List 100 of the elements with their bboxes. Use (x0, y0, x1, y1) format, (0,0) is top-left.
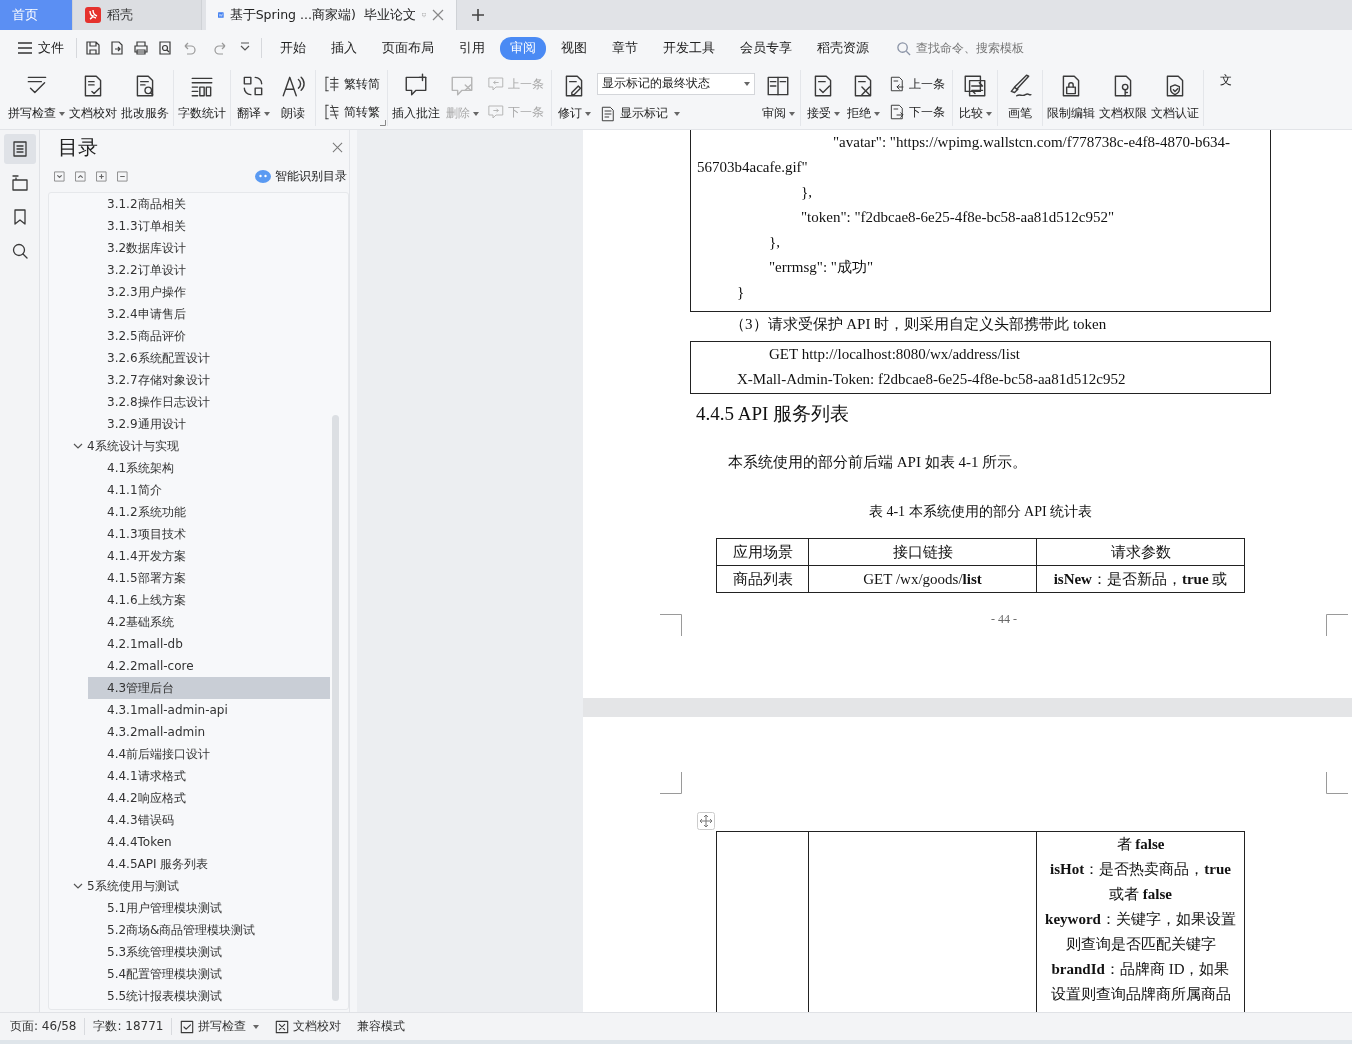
toc-item[interactable]: 3.2.6系统配置设计 (88, 347, 330, 369)
markup-dropdown[interactable]: 显示标记的最终状态 (597, 72, 755, 95)
toc-item[interactable]: 4.1.4开发方案 (88, 545, 330, 567)
menu-tab[interactable]: 视图 (551, 36, 597, 60)
toc-item[interactable]: 3.1.2商品相关 (88, 193, 330, 215)
ribbon-button[interactable]: 字数统计 (176, 70, 228, 126)
launcher-icon[interactable] (380, 120, 386, 126)
ribbon-button[interactable]: 接受 (803, 70, 843, 126)
toc-item[interactable]: 4.4.2响应格式 (88, 787, 330, 809)
ribbon-button[interactable]: 文档校对 (67, 70, 119, 126)
toc-item[interactable]: 3.2.8操作日志设计 (88, 391, 330, 413)
ribbon-button[interactable]: 拼写检查 (6, 70, 67, 126)
toc-item[interactable]: 4.4.1请求格式 (88, 765, 330, 787)
toc-item[interactable]: 4.3.1mall-admin-api (88, 699, 330, 721)
comment-arrow-icon (487, 75, 505, 93)
toc-item[interactable]: 3.2.9通用设计 (88, 413, 330, 435)
menu-tab[interactable]: 引用 (449, 36, 495, 60)
toc-item[interactable]: 4.2.2mall-core (88, 655, 330, 677)
ribbon-button[interactable]: 文档认证 (1149, 70, 1201, 126)
tab[interactable]: 稻壳 (73, 0, 202, 30)
status-button[interactable]: 拼写检查 (180, 1018, 260, 1035)
menu-tab[interactable]: 开发工具 (653, 36, 725, 60)
toc-item[interactable]: 4.1.5部署方案 (88, 567, 330, 589)
chevron-icon[interactable] (73, 441, 83, 451)
chevron-icon[interactable] (73, 881, 83, 891)
toc-item[interactable]: 3.2.7存储对象设计 (88, 369, 330, 391)
toc-item[interactable]: 5.1用户管理模块测试 (88, 897, 330, 919)
ribbon-button[interactable]: 画笔 (1000, 70, 1040, 126)
caret-icon (744, 81, 750, 86)
search-field[interactable]: 查找命令、搜索模板 (914, 39, 1048, 57)
toc-item[interactable]: 4.1.2系统功能 (88, 501, 330, 523)
ribbon-button[interactable]: 翻译 (233, 70, 273, 126)
preview-icon[interactable] (157, 40, 173, 56)
toc-item[interactable]: 5.5统计报表模块测试 (88, 985, 330, 1007)
ribbon-button[interactable]: 文档权限 (1097, 70, 1149, 126)
menu-tab[interactable]: 页面布局 (372, 36, 444, 60)
smart-toc-button[interactable]: 智能识别目录 (255, 167, 347, 185)
close-icon[interactable] (432, 9, 444, 21)
plus-icon[interactable] (471, 8, 485, 22)
expand-icon (54, 170, 65, 182)
close-icon[interactable] (332, 141, 343, 153)
document-arrow-icon (888, 75, 906, 93)
ribbon-button[interactable]: 审阅 (758, 70, 798, 126)
ribbon-button[interactable]: 批改服务 (119, 70, 171, 126)
toc-item[interactable]: 3.1.3订单相关 (88, 215, 330, 237)
menu-tab[interactable]: 开始 (270, 36, 316, 60)
toc-item[interactable]: 5系统使用与测试 (73, 875, 330, 897)
table-caption: 表 4-1 本系统使用的部分 API 统计表 (867, 503, 1094, 521)
toc-item[interactable]: 3.2.4申请售后 (88, 303, 330, 325)
status-button[interactable]: 文档校对 (275, 1018, 342, 1035)
toc-item[interactable]: 4.4.5API 服务列表 (88, 853, 330, 875)
sidebar-tool[interactable] (3, 134, 36, 164)
toc-item[interactable]: 4.3.2mall-admin (88, 721, 330, 743)
caret-icon (472, 111, 479, 116)
ribbon-button[interactable]: 拒绝 (843, 70, 883, 126)
print-icon[interactable] (133, 40, 149, 56)
robot-icon (255, 169, 271, 183)
ribbon-button[interactable]: 文 (1206, 70, 1246, 126)
ribbon-button[interactable]: 简转繁 (321, 102, 382, 122)
menu-tab[interactable]: 插入 (321, 36, 367, 60)
ribbon-button[interactable]: 修订 (554, 70, 594, 126)
toc-item[interactable]: 3.2数据库设计 (88, 237, 330, 259)
ribbon-button[interactable]: 上一条 (886, 74, 947, 94)
toc-item[interactable]: 4.2基础系统 (88, 611, 330, 633)
ribbon-button[interactable]: 插入批注 (390, 70, 442, 126)
toc-item[interactable]: 4.1系统架构 (88, 457, 330, 479)
file-menu-button[interactable]: 文件 (14, 36, 68, 60)
menu-tab[interactable]: 稻壳资源 (807, 36, 879, 60)
toc-item[interactable]: 3.2.3用户操作 (88, 281, 330, 303)
ribbon-button[interactable]: 限制编辑 (1045, 70, 1097, 126)
toc-item[interactable]: 4.1.6上线方案 (88, 589, 330, 611)
toc-item[interactable]: 4.3管理后台 (88, 677, 330, 699)
ribbon-button[interactable]: 下一条 (886, 102, 947, 122)
toc-item[interactable]: 4.4.3错误码 (88, 809, 330, 831)
ribbon-button[interactable]: 繁转简 (321, 74, 382, 94)
word-count: 字数: 18771 (93, 1018, 173, 1035)
ribbon-button[interactable]: 比较 (955, 70, 995, 126)
toc-item[interactable]: 4.4.4Token (88, 831, 330, 853)
toc-item[interactable]: 5.3系统管理模块测试 (88, 941, 330, 963)
toc-item[interactable]: 4.4前后端接口设计 (88, 743, 330, 765)
toc-item[interactable]: 5.2商场&商品管理模块测试 (88, 919, 330, 941)
toc-item[interactable]: 5.4配置管理模块测试 (88, 963, 330, 985)
toc-item[interactable]: 4系统设计与实现 (73, 435, 330, 457)
minus-icon (117, 170, 128, 182)
menu-tab[interactable]: 会员专享 (730, 36, 802, 60)
ribbon-button[interactable]: 显示标记 (597, 103, 755, 124)
toc-item[interactable]: 4.1.3项目技术 (88, 523, 330, 545)
tab[interactable]: 基于Spring ...商家端) 毕业论文 (206, 0, 457, 30)
toc-item[interactable]: 3.2.2订单设计 (88, 259, 330, 281)
toc-item[interactable]: 3.2.5商品评价 (88, 325, 330, 347)
save-icon[interactable] (85, 40, 101, 56)
toc-item[interactable]: 4.2.1mall-db (88, 633, 330, 655)
crop-mark (660, 614, 682, 636)
menu-tab[interactable]: 章节 (602, 36, 648, 60)
scrollbar-thumb[interactable] (332, 415, 339, 1001)
ribbon-button[interactable]: 朗读 (273, 70, 313, 126)
export-icon[interactable] (109, 40, 125, 56)
toc-item[interactable]: 4.1.1简介 (88, 479, 330, 501)
move-handle-icon[interactable] (697, 812, 715, 830)
code-line: "token": "f2dbcae8-6e25-4f8e-bc58-aa81d512c952" (800, 208, 1116, 227)
